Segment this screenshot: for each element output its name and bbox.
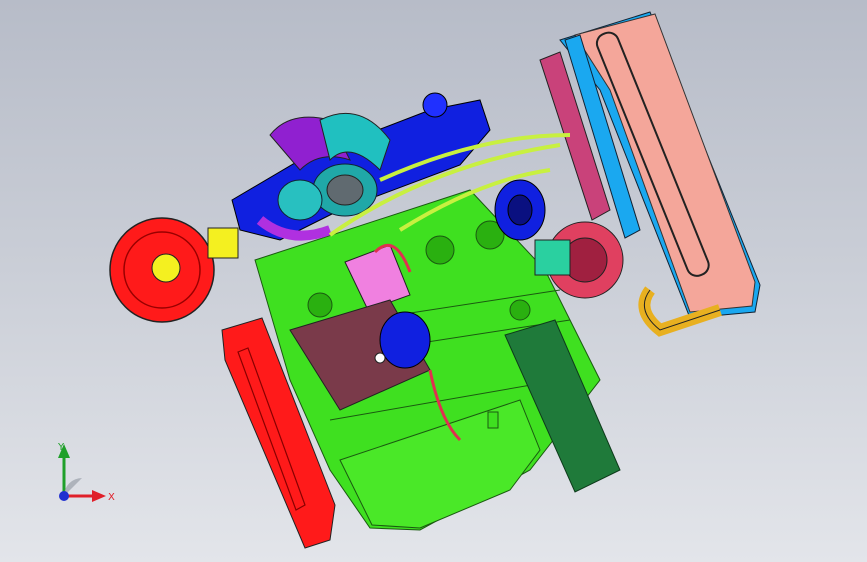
cad-3d-viewport[interactable]: Y X bbox=[0, 0, 867, 562]
axis-triad: Y X bbox=[57, 442, 115, 503]
air-filter[interactable] bbox=[109, 217, 239, 323]
z-axis-origin bbox=[59, 491, 69, 501]
engine-assembly-model[interactable] bbox=[0, 0, 867, 562]
x-axis-head bbox=[92, 490, 106, 502]
y-axis-label: Y bbox=[57, 442, 65, 453]
alternator[interactable] bbox=[494, 179, 546, 241]
x-axis-label: X bbox=[108, 492, 115, 503]
